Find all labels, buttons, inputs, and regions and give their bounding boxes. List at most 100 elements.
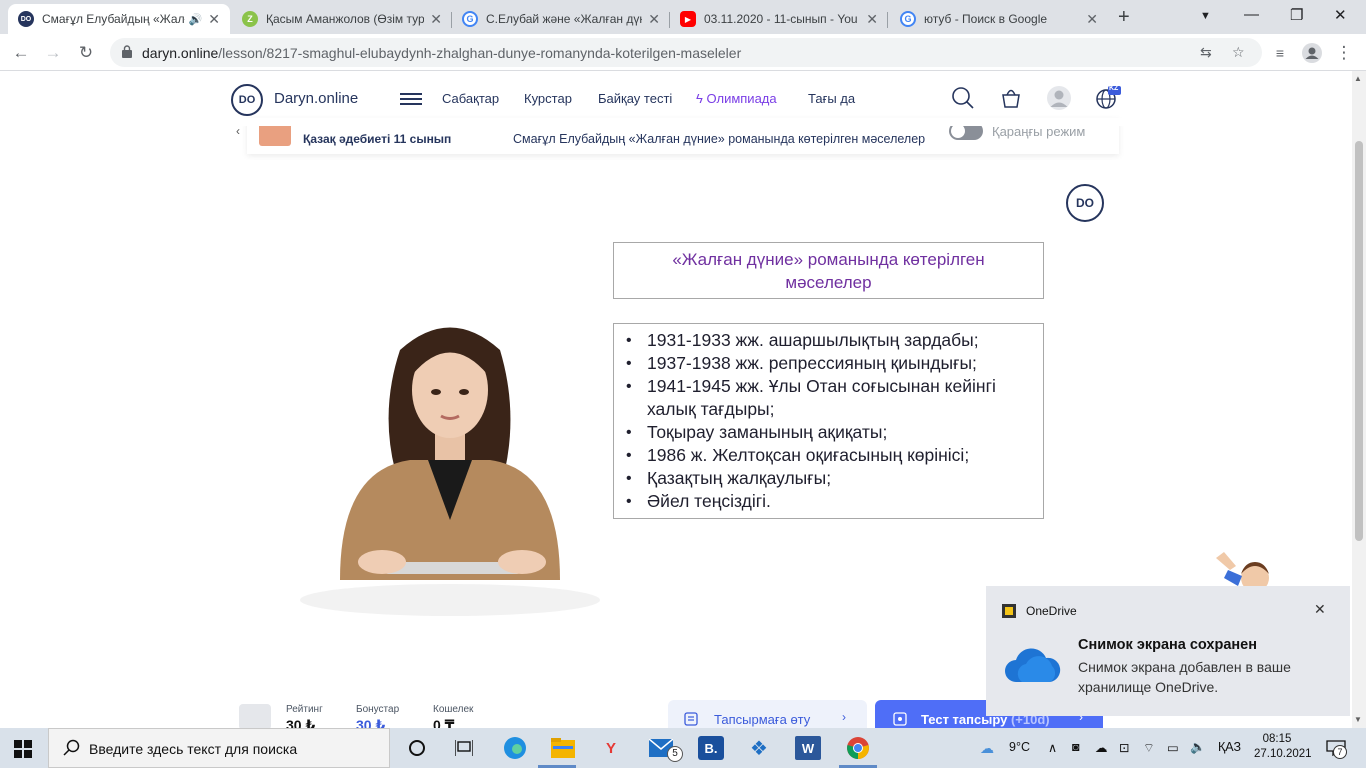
language-badge: KZ <box>1109 85 1119 92</box>
scroll-up-icon[interactable]: ▲ <box>1354 74 1362 83</box>
list-item: Қазақтың жалқаулығы; <box>624 467 1033 490</box>
close-icon[interactable]: ✕ <box>1314 601 1326 618</box>
onedrive-notification[interactable]: OneDrive ✕ Снимок экрана сохранен Снимок… <box>986 586 1350 716</box>
scroll-down-icon[interactable]: ▼ <box>1354 715 1362 724</box>
browser-tab[interactable]: G С.Елубай және «Жалған дүни ✕ <box>452 4 670 34</box>
reload-icon[interactable]: ↻ <box>74 41 98 65</box>
word-icon[interactable]: W <box>795 736 821 760</box>
menu-icon[interactable]: ⋮ <box>1332 41 1356 65</box>
daryn-icon: DO <box>18 11 34 27</box>
task-view-icon[interactable] <box>451 736 477 760</box>
wallet-label: Кошелек <box>433 704 474 715</box>
logo-text[interactable]: Daryn.online <box>274 90 358 107</box>
weather-cloud-icon[interactable]: ☁ <box>980 740 994 757</box>
slide-title: «Жалған дүние» романында көтерілген мәсе… <box>613 242 1044 299</box>
speaker-icon[interactable]: 🔊 <box>189 13 203 26</box>
daryn-logo-icon[interactable]: DO <box>231 84 263 116</box>
volume-icon[interactable]: 🔈 <box>1190 740 1206 755</box>
tab-title: 03.11.2020 - 11-сынып - You <box>704 12 858 26</box>
cortana-icon[interactable] <box>404 736 430 760</box>
tab-title: ютуб - Поиск в Google <box>924 12 1048 26</box>
webcam-icon[interactable]: ◙ <box>1072 740 1080 754</box>
cart-icon[interactable] <box>998 85 1024 111</box>
close-tab-icon[interactable]: ✕ <box>1086 11 1098 28</box>
google-icon: G <box>462 11 478 27</box>
nav-courses[interactable]: Курстар <box>524 91 572 106</box>
close-window-icon[interactable]: ✕ <box>1334 6 1347 24</box>
nav-more[interactable]: Тағы да <box>808 91 855 106</box>
edge-icon[interactable] <box>502 736 528 760</box>
address-bar[interactable]: daryn.online/lesson/8217-smaghul-elubayd… <box>110 38 1262 67</box>
search-icon[interactable] <box>950 85 976 111</box>
back-icon[interactable]: ← <box>9 41 33 65</box>
close-tab-icon[interactable]: ✕ <box>208 11 220 28</box>
user-stats: Рейтинг 30 ₺ Бонустар 30 ₺ Кошелек 0 ₸ <box>230 700 650 733</box>
tab-title: С.Елубай және «Жалған дүни <box>486 12 643 26</box>
translate-icon[interactable]: ⇆ <box>1200 44 1212 61</box>
test-icon <box>893 712 907 726</box>
presenter-image <box>300 327 600 616</box>
chevron-right-icon: › <box>842 710 846 724</box>
list-item: Әйел теңсіздігі. <box>624 490 1033 513</box>
lightning-icon: ϟ <box>696 91 703 106</box>
bookmark-star-icon[interactable]: ☆ <box>1232 44 1245 61</box>
z-icon: Z <box>242 11 258 27</box>
youtube-icon: ▶ <box>680 11 696 27</box>
file-explorer-icon[interactable] <box>550 736 576 760</box>
tray-app-icon[interactable]: ⊡ <box>1119 740 1129 755</box>
yandex-icon[interactable]: Y <box>598 736 624 760</box>
dropbox-icon[interactable]: ❖ <box>746 736 772 760</box>
input-language[interactable]: ҚАЗ <box>1218 740 1241 754</box>
browser-tab[interactable]: Z Қасым Аманжолов (Өзім тур ✕ <box>232 4 452 34</box>
reading-list-icon[interactable]: ≡ <box>1268 41 1292 65</box>
nav-olympiad[interactable]: ϟ Олимпиада <box>696 91 777 106</box>
google-icon: G <box>900 11 916 27</box>
clock-time: 08:15 <box>1262 733 1292 745</box>
battery-icon[interactable]: ▭ <box>1167 740 1179 755</box>
tab-search-icon[interactable]: ▼ <box>1200 10 1211 22</box>
close-tab-icon[interactable]: ✕ <box>866 11 878 28</box>
show-hidden-icons-icon[interactable]: ∧ <box>1048 740 1057 755</box>
page-scrollbar[interactable]: ▲ ▼ <box>1352 71 1366 728</box>
browser-tab[interactable]: ▶ 03.11.2020 - 11-сынып - You ✕ <box>670 4 888 34</box>
close-tab-icon[interactable]: ✕ <box>430 11 442 28</box>
nav-trial-test[interactable]: Байқау тесті <box>598 91 672 106</box>
wifi-icon[interactable]: ⌔ <box>1143 740 1155 756</box>
url-text: daryn.online/lesson/8217-smaghul-elubayd… <box>142 45 742 61</box>
lock-icon <box>122 45 132 58</box>
browser-tab[interactable]: G ютуб - Поиск в Google ✕ <box>890 4 1108 34</box>
hamburger-menu-icon[interactable] <box>400 93 422 105</box>
scrollbar-thumb[interactable] <box>1355 141 1363 541</box>
new-tab-icon[interactable]: + <box>1118 6 1130 29</box>
nav-lessons[interactable]: Сабақтар <box>442 91 499 106</box>
avatar[interactable] <box>1046 85 1072 111</box>
tab-title: Смағұл Елубайдың «Жалған <box>42 12 185 26</box>
course-title[interactable]: Қазақ әдебиеті 11 сынып <box>303 132 451 146</box>
vk-b-icon[interactable]: B. <box>698 736 724 760</box>
system-clock[interactable]: 08:15 27.10.2021 <box>1254 732 1312 762</box>
chevron-left-icon[interactable]: ‹ <box>236 124 240 138</box>
browser-tab-active[interactable]: DO Смағұл Елубайдың «Жалған 🔊 ✕ <box>8 4 230 34</box>
windows-start-icon[interactable] <box>14 740 32 758</box>
clock-date: 27.10.2021 <box>1254 748 1312 760</box>
mascot-image <box>1216 552 1269 586</box>
forward-icon[interactable]: → <box>41 41 65 65</box>
list-item: 1986 ж. Желтоқсан оқиғасының көрінісі; <box>624 444 1033 467</box>
search-placeholder: Введите здесь текст для поиска <box>89 741 298 757</box>
go-to-task-button[interactable]: Тапсырмаға өту › <box>668 700 867 728</box>
list-item: Тоқырау заманының ақиқаты; <box>624 421 1033 444</box>
avatar[interactable] <box>239 704 271 730</box>
list-item: 1931-1933 жж. ашаршылықтың зардабы; <box>624 329 1033 352</box>
tab-title: Қасым Аманжолов (Өзім тур <box>266 12 425 26</box>
browser-toolbar: ← → ↻ daryn.online/lesson/8217-smaghul-e… <box>0 34 1366 71</box>
taskbar-search-input[interactable]: Введите здесь текст для поиска <box>48 728 390 768</box>
notification-app-name: OneDrive <box>1026 604 1077 618</box>
profile-icon[interactable] <box>1300 41 1324 65</box>
close-tab-icon[interactable]: ✕ <box>648 11 660 28</box>
onedrive-tray-icon[interactable]: ☁ <box>1095 740 1108 755</box>
weather-temp[interactable]: 9°C <box>1009 740 1030 754</box>
chrome-icon[interactable] <box>845 736 871 760</box>
restore-icon[interactable]: ❐ <box>1290 6 1303 24</box>
minimize-icon[interactable]: — <box>1244 6 1259 23</box>
list-item: 1941-1945 жж. Ұлы Отан соғысынан кейінгі… <box>624 375 1033 421</box>
